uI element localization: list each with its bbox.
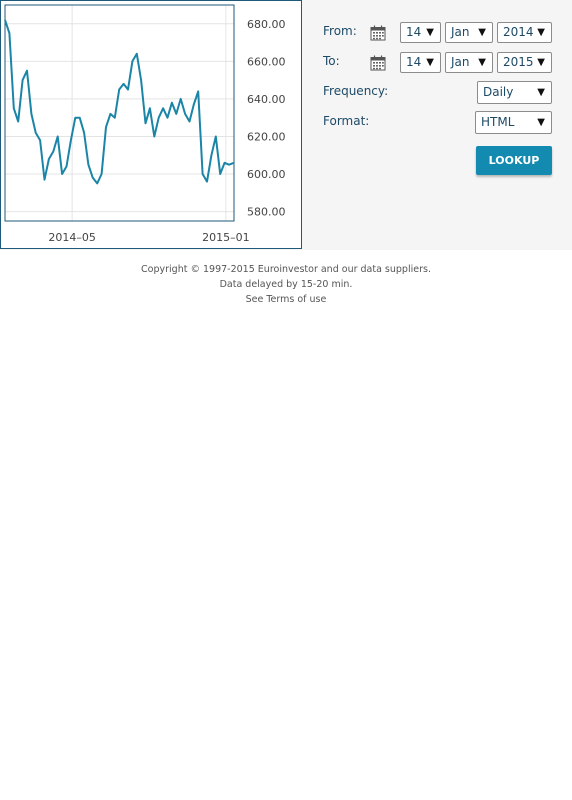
frequency-select[interactable]: Daily ▼ bbox=[477, 81, 552, 104]
chevron-down-icon: ▼ bbox=[537, 87, 545, 98]
y-tick-label: 600.00 bbox=[247, 168, 286, 181]
lookup-button[interactable]: LOOKUP bbox=[476, 146, 552, 175]
to-year-select[interactable]: 2015 ▼ bbox=[497, 52, 552, 73]
y-tick-label: 640.00 bbox=[247, 93, 286, 106]
from-day-value: 14 bbox=[406, 25, 422, 39]
to-day-value: 14 bbox=[406, 55, 422, 69]
x-tick-label: 2015–01 bbox=[202, 231, 250, 244]
price-series-line bbox=[4, 19, 235, 185]
chevron-down-icon: ▼ bbox=[537, 57, 545, 68]
chevron-down-icon: ▼ bbox=[426, 57, 434, 68]
chevron-down-icon: ▼ bbox=[426, 27, 434, 38]
from-month-select[interactable]: Jan ▼ bbox=[445, 22, 493, 43]
format-label: Format: bbox=[323, 114, 370, 128]
y-tick-label: 620.00 bbox=[247, 130, 286, 143]
from-year-select[interactable]: 2014 ▼ bbox=[497, 22, 552, 43]
from-label: From: bbox=[323, 24, 357, 38]
to-label: To: bbox=[323, 54, 340, 68]
to-month-select[interactable]: Jan ▼ bbox=[445, 52, 493, 73]
footer: Copyright © 1997-2015 Euroinvestor and o… bbox=[0, 262, 572, 307]
copyright-text: Copyright © 1997-2015 Euroinvestor and o… bbox=[141, 264, 431, 275]
chart-svg: 680.00 660.00 640.00 620.00 600.00 580.00 2014… bbox=[4, 4, 286, 244]
from-year-value: 2014 bbox=[503, 25, 534, 39]
terms-of-use-link[interactable]: See Terms of use bbox=[246, 294, 327, 305]
calendar-icon[interactable] bbox=[370, 25, 386, 41]
from-day-select[interactable]: 14 ▼ bbox=[400, 22, 441, 43]
to-day-select[interactable]: 14 ▼ bbox=[400, 52, 441, 73]
chevron-down-icon: ▼ bbox=[537, 117, 545, 128]
delay-notice: Data delayed by 15-20 min. bbox=[219, 279, 353, 290]
calendar-icon[interactable] bbox=[370, 55, 386, 71]
from-month-value: Jan bbox=[451, 25, 470, 39]
x-tick-label: 2014–05 bbox=[48, 231, 96, 244]
to-year-value: 2015 bbox=[503, 55, 534, 69]
y-tick-label: 580.00 bbox=[247, 206, 286, 219]
chevron-down-icon: ▼ bbox=[478, 27, 486, 38]
format-value: HTML bbox=[481, 115, 515, 129]
chevron-down-icon: ▼ bbox=[478, 57, 486, 68]
to-month-value: Jan bbox=[451, 55, 470, 69]
y-tick-label: 660.00 bbox=[247, 55, 286, 68]
frequency-value: Daily bbox=[483, 85, 514, 99]
frequency-label: Frequency: bbox=[323, 84, 389, 98]
y-tick-label: 680.00 bbox=[247, 18, 286, 31]
chevron-down-icon: ▼ bbox=[537, 27, 545, 38]
price-chart: 680.00 660.00 640.00 620.00 600.00 580.00 2014… bbox=[0, 0, 302, 249]
format-select[interactable]: HTML ▼ bbox=[475, 111, 552, 134]
